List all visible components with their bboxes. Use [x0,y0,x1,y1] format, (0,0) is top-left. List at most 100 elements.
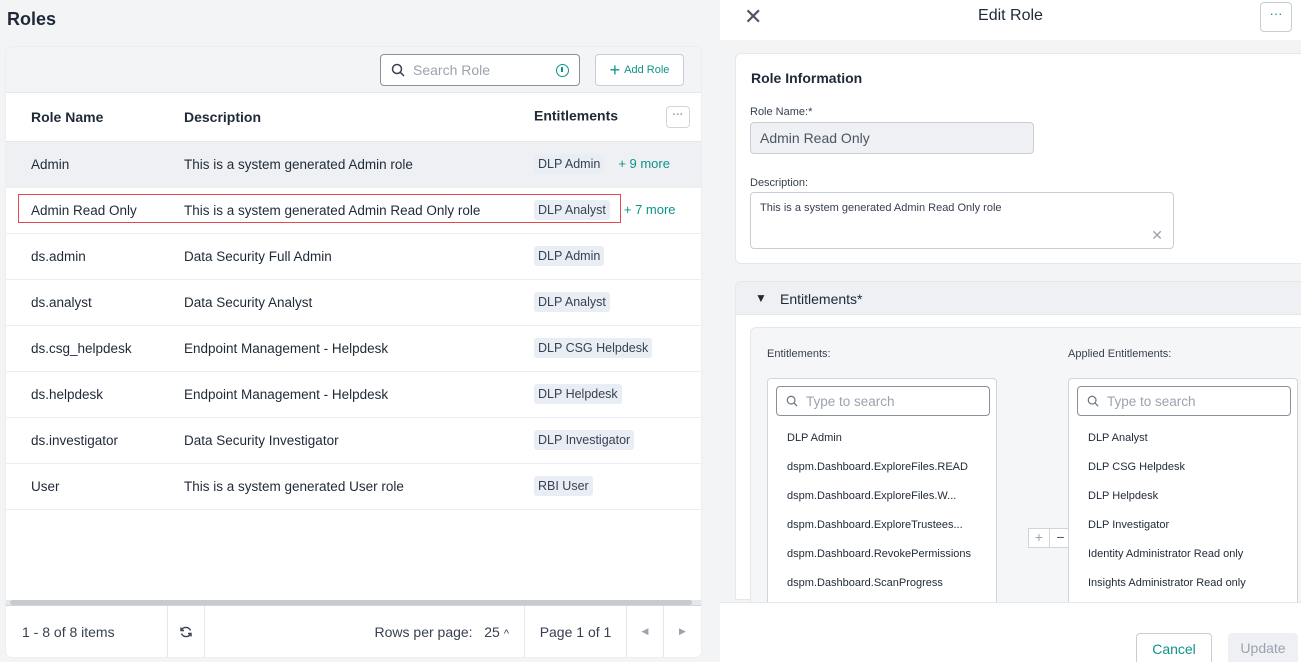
column-menu-icon[interactable]: ··· [665,105,690,128]
add-entitlement-button[interactable]: + [1028,528,1050,548]
clear-icon[interactable]: ✕ [1151,227,1163,244]
list-item[interactable]: dspm.Dashboard.ExploreFiles.READ [768,458,996,487]
role-name-cell: ds.analyst [6,279,184,326]
table-header-row: Role Name Description Entitlements ··· [6,93,701,142]
edit-role-panel: ✕ Edit Role ··· Role Information Role Na… [720,0,1301,662]
table-row[interactable]: Admin Read Only This is a system generat… [6,187,701,234]
list-item[interactable]: dspm.Dashboard.ExploreTrustees... [768,516,996,545]
table-row[interactable]: Admin This is a system generated Admin r… [6,141,701,188]
entitlement-tag: RBI User [534,476,593,496]
list-item[interactable]: DLP Analyst [1069,429,1297,458]
transfer-buttons: + − [1028,528,1072,548]
description-cell: Endpoint Management - Helpdesk [184,325,534,372]
role-name-cell: Admin [6,141,184,188]
column-header-description[interactable]: Description [184,93,534,142]
chevron-left-icon: ◀ [641,626,649,636]
description-cell: Endpoint Management - Helpdesk [184,371,534,418]
entitlements-section-toggle[interactable]: ▼ Entitlements* [735,281,1301,315]
table-row[interactable]: ds.admin Data Security Full Admin DLP Ad… [6,233,701,280]
description-label: Description: [750,177,809,189]
list-item[interactable]: DLP Admin [768,429,996,458]
entitlements-cell: DLP Analyst [534,279,701,326]
description-cell: Data Security Analyst [184,279,534,326]
entitlements-transfer: Entitlements: Applied Entitlements: Type… [750,327,1301,618]
search-icon [1087,395,1099,407]
entitlements-cell: DLP Admin + 9 more [534,141,701,188]
info-icon[interactable] [556,63,569,77]
roles-table-card: Search Role + Add Role Role Name Descrip… [6,47,701,657]
pagination-footer: 1 - 8 of 8 items Rows per page: 25 ^ Page… [6,605,701,657]
search-icon [786,395,798,407]
caret-down-icon: ▼ [755,291,767,305]
role-name-cell: ds.helpdesk [6,371,184,418]
table-row[interactable]: ds.csg_helpdesk Endpoint Management - He… [6,325,701,372]
table-row[interactable]: User This is a system generated User rol… [6,463,701,510]
entitlement-tag: DLP Analyst [534,200,610,220]
column-header-entitlements-label: Entitlements [534,107,619,124]
description-field[interactable]: This is a system generated Admin Read On… [750,192,1174,249]
edit-role-footer: Cancel Update [720,602,1301,662]
more-entitlements-link[interactable]: + 7 more [624,202,676,217]
entitlement-tag: DLP Helpdesk [534,384,622,404]
list-item[interactable]: Identity Administrator Read only [1069,545,1297,574]
entitlement-tag: DLP CSG Helpdesk [534,338,653,358]
rows-per-page-value: 25 [484,623,500,640]
role-information-card: Role Information Role Name:* Admin Read … [735,53,1301,264]
roles-panel: Roles Search Role + Add Role Role Name D… [0,0,712,662]
search-role-input[interactable]: Search Role [380,54,580,86]
edit-role-title: Edit Role [978,7,1043,24]
list-item[interactable]: DLP CSG Helpdesk [1069,458,1297,487]
role-name-cell: User [6,463,184,510]
search-placeholder: Type to search [806,393,895,409]
search-placeholder: Type to search [1107,393,1196,409]
available-entitlements-label: Entitlements: [767,348,831,360]
page-indicator: Page 1 of 1 [524,605,627,657]
rows-per-page[interactable]: Rows per page: 25 ^ [205,624,524,640]
applied-entitlements-label: Applied Entitlements: [1068,348,1172,360]
available-search-input[interactable]: Type to search [776,386,990,416]
list-item[interactable]: DLP Investigator [1069,516,1297,545]
table-row[interactable]: ds.analyst Data Security Analyst DLP Ana… [6,279,701,326]
role-name-field[interactable]: Admin Read Only [750,122,1034,154]
update-button[interactable]: Update [1228,633,1298,662]
list-item[interactable]: DLP Helpdesk [1069,487,1297,516]
add-role-label: Add Role [624,64,670,76]
list-item[interactable]: dspm.Dashboard.ExploreFiles.W... [768,487,996,516]
entitlements-cell: DLP Analyst + 7 more [534,187,701,234]
list-item[interactable]: Insights Administrator Read only [1069,574,1297,603]
refresh-icon [180,626,192,637]
more-entitlements-link[interactable]: + 9 more [618,156,670,171]
list-item[interactable]: dspm.Dashboard.RevokePermissions [768,545,996,574]
applied-entitlements-list: Type to search DLP Analyst DLP CSG Helpd… [1068,378,1298,618]
next-page-button[interactable]: ▶ [664,606,701,658]
column-header-entitlements[interactable]: Entitlements ··· [534,93,701,142]
entitlement-tag: DLP Admin [534,246,605,266]
section-title: Role Information [751,70,863,86]
description-cell: This is a system generated Admin role [184,141,534,188]
entitlements-cell: DLP CSG Helpdesk [534,325,701,372]
available-entitlements-list: Type to search DLP Admin dspm.Dashboard.… [767,378,997,618]
role-name-cell: ds.admin [6,233,184,280]
prev-page-button[interactable]: ◀ [627,605,664,657]
role-name-cell: ds.investigator [6,417,184,464]
entitlement-tag: DLP Admin [534,154,605,174]
entitlements-cell: DLP Admin [534,233,701,280]
entitlements-cell: RBI User [534,463,701,510]
refresh-button[interactable] [167,605,205,657]
list-item[interactable]: dspm.Dashboard.ScanProgress [768,574,996,603]
entitlements-cell: DLP Investigator [534,417,701,464]
table-row[interactable]: ds.helpdesk Endpoint Management - Helpde… [6,371,701,418]
applied-search-input[interactable]: Type to search [1077,386,1291,416]
items-count: 1 - 8 of 8 items [22,623,115,640]
entitlement-tag: DLP Analyst [534,292,610,312]
rows-per-page-label: Rows per page: [374,623,473,640]
chevron-up-icon: ^ [503,627,509,640]
more-options-button[interactable]: ··· [1260,2,1292,32]
description-cell: This is a system generated User role [184,463,534,510]
description-value: This is a system generated Admin Read On… [760,202,1002,214]
entitlement-tag: DLP Investigator [534,430,635,450]
add-role-button[interactable]: + Add Role [595,54,684,86]
column-header-role-name[interactable]: Role Name [6,93,184,142]
cancel-button[interactable]: Cancel [1136,633,1212,662]
table-row[interactable]: ds.investigator Data Security Investigat… [6,417,701,464]
